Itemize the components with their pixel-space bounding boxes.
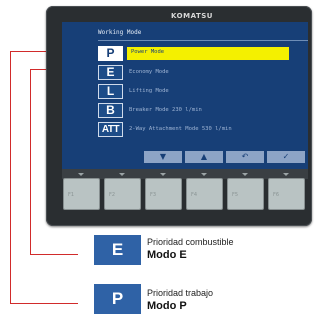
- back-icon[interactable]: ↶: [226, 151, 264, 163]
- function-key-label: F3: [150, 192, 157, 198]
- legend-subtitle-p: Prioridad trabajo: [147, 288, 214, 298]
- title-divider: [98, 40, 308, 41]
- scroll-down-icon[interactable]: ▼: [144, 151, 182, 163]
- mode-row-lifting[interactable]: L Lifting Mode: [98, 84, 308, 99]
- function-key-f5[interactable]: F5: [227, 178, 264, 210]
- confirm-check-icon[interactable]: ✓: [267, 151, 305, 163]
- function-key-label: F1: [68, 192, 75, 198]
- mode-key-att[interactable]: ATT: [98, 122, 123, 137]
- indicator-arrow-icon: [160, 173, 166, 176]
- function-key-label: F5: [232, 192, 239, 198]
- screen-title: Working Mode: [98, 29, 142, 36]
- mode-label-power: Power Mode: [127, 47, 289, 60]
- mode-row-power[interactable]: P Power Mode: [98, 46, 308, 61]
- mode-label-lifting: Lifting Mode: [129, 88, 169, 94]
- legend-title-e: Modo E: [147, 249, 187, 261]
- leader-line-e-vertical: [30, 69, 31, 255]
- function-key-label: F2: [109, 192, 116, 198]
- mode-label-breaker: Breaker Mode 230 l/min: [129, 107, 202, 113]
- function-key-label: F4: [191, 192, 198, 198]
- legend-key-e: E: [94, 235, 141, 265]
- indicator-arrow-icon: [283, 173, 289, 176]
- indicator-arrow-icon: [242, 173, 248, 176]
- function-key-f4[interactable]: F4: [186, 178, 223, 210]
- brand-logo: KOMATSU: [171, 12, 213, 20]
- function-key-f2[interactable]: F2: [104, 178, 141, 210]
- legend-subtitle-e: Prioridad combustible: [147, 237, 234, 247]
- indicator-arrow-icon: [78, 173, 84, 176]
- lcd-screen: Working Mode P Power Mode E Economy Mode…: [62, 22, 308, 169]
- indicator-arrow-icon: [201, 173, 207, 176]
- leader-line-p-bottom: [10, 303, 78, 304]
- leader-line-e-bottom: [30, 254, 78, 255]
- mode-label-economy: Economy Mode: [129, 69, 169, 75]
- function-key-indicators: [78, 173, 289, 176]
- function-key-f6[interactable]: F6: [268, 178, 305, 210]
- mode-row-economy[interactable]: E Economy Mode: [98, 65, 308, 80]
- function-key-f1[interactable]: F1: [63, 178, 100, 210]
- scroll-up-icon[interactable]: ▲: [185, 151, 223, 163]
- mode-row-breaker[interactable]: B Breaker Mode 230 l/min: [98, 103, 308, 118]
- function-key-label: F6: [273, 192, 280, 198]
- mode-key-e[interactable]: E: [98, 65, 123, 80]
- mode-row-attachment[interactable]: ATT 2-Way Attachment Mode 530 l/min: [98, 122, 308, 137]
- legend-key-p: P: [94, 284, 141, 314]
- mode-key-p[interactable]: P: [98, 46, 123, 61]
- legend-title-p: Modo P: [147, 300, 187, 312]
- indicator-arrow-icon: [119, 173, 125, 176]
- leader-line-p-vertical: [10, 51, 11, 304]
- function-key-f3[interactable]: F3: [145, 178, 182, 210]
- mode-key-l[interactable]: L: [98, 84, 123, 99]
- mode-key-b[interactable]: B: [98, 103, 123, 118]
- mode-label-attachment: 2-Way Attachment Mode 530 l/min: [129, 126, 232, 132]
